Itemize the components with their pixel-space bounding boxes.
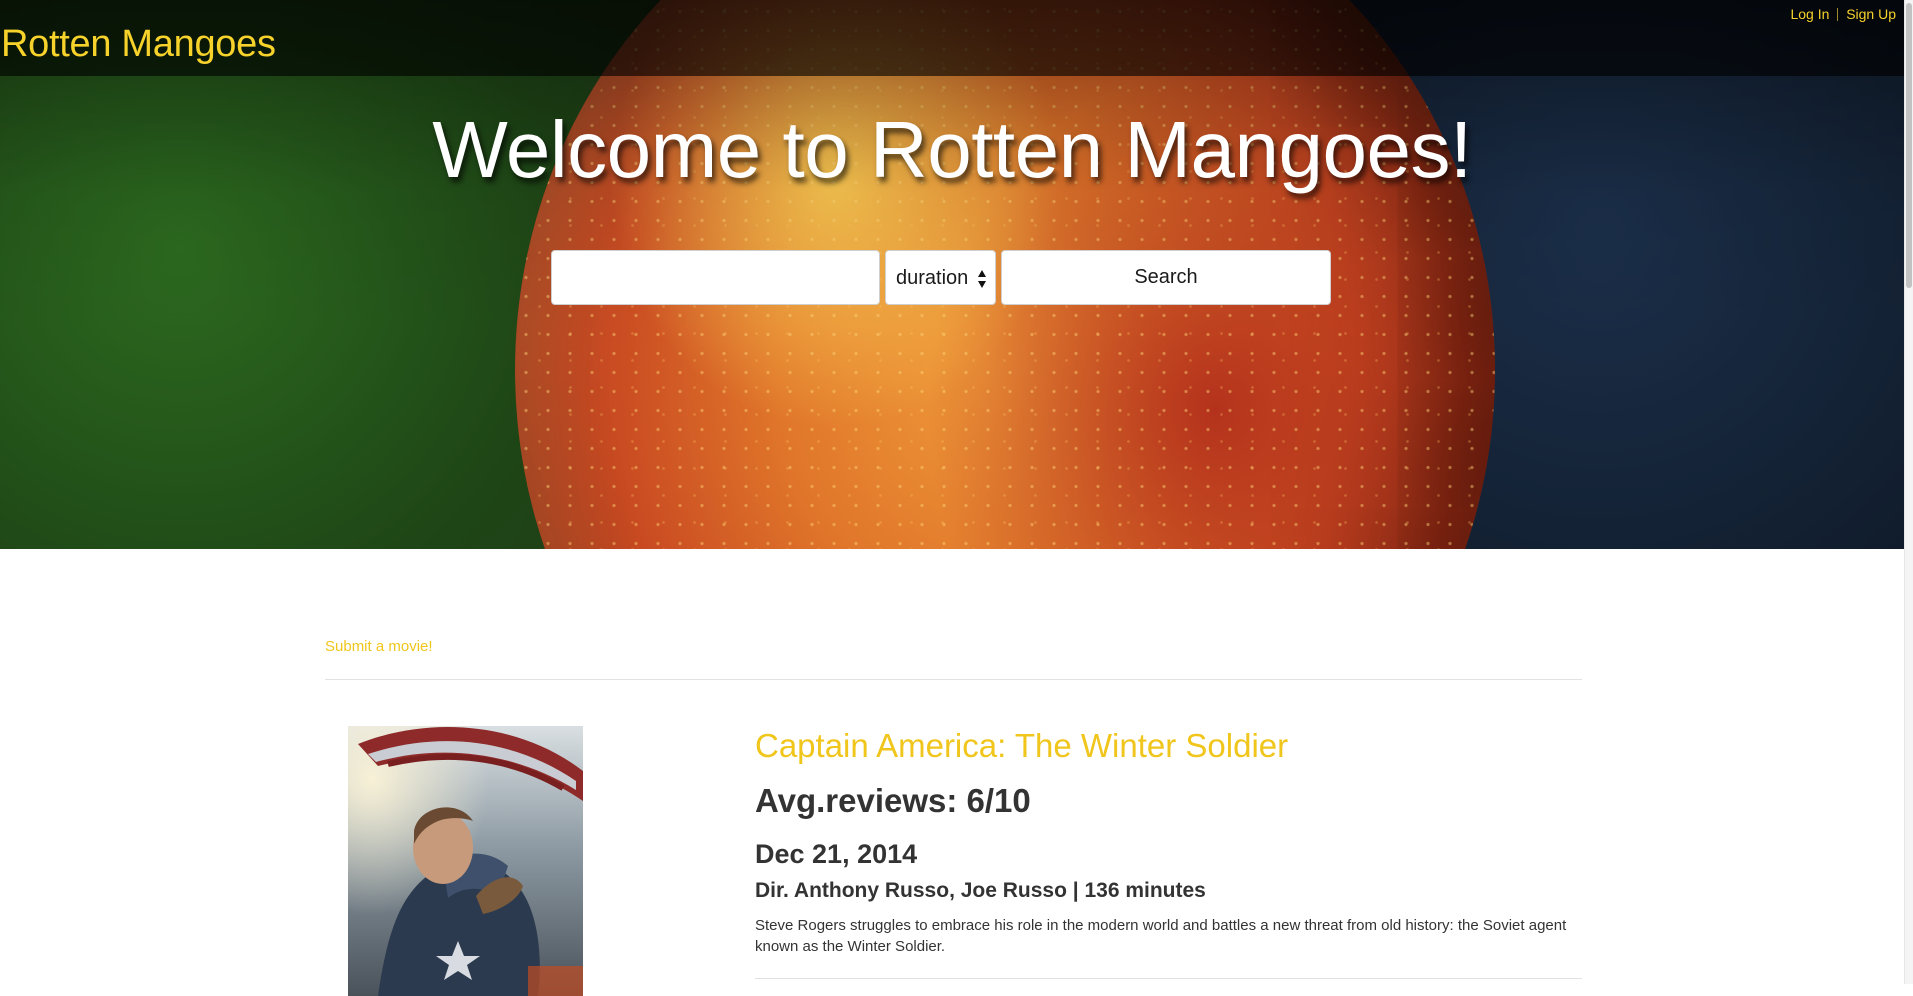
movie-divider: [755, 978, 1582, 979]
movie-director-duration: Dir. Anthony Russo, Joe Russo | 136 minu…: [755, 879, 1206, 902]
submit-movie-link[interactable]: Submit a movie!: [325, 638, 433, 656]
auth-links-separator: [1837, 8, 1839, 21]
search-form: duration Search: [551, 250, 1331, 305]
auth-links: Log In Sign Up: [1790, 6, 1896, 22]
sort-select-value: duration: [896, 267, 969, 289]
search-button[interactable]: Search: [1001, 250, 1331, 305]
navbar: Rotten Mangoes Log In Sign Up: [0, 0, 1904, 76]
movie-release-date: Dec 21, 2014: [755, 839, 918, 869]
search-input[interactable]: [551, 250, 880, 305]
signup-link[interactable]: Sign Up: [1846, 6, 1896, 22]
hero-title: Welcome to Rotten Mangoes!: [432, 105, 1472, 194]
login-link[interactable]: Log In: [1790, 6, 1829, 22]
brand-logo-link[interactable]: Rotten Mangoes: [1, 20, 276, 68]
sort-select[interactable]: duration: [885, 250, 996, 305]
updown-arrows-icon: [978, 270, 986, 288]
scrollbar-thumb[interactable]: [1906, 3, 1912, 288]
section-divider: [325, 679, 1582, 680]
movie-poster[interactable]: [348, 726, 583, 996]
movie-avg-reviews: Avg.reviews: 6/10: [755, 782, 1031, 819]
movie-title-link[interactable]: Captain America: The Winter Soldier: [755, 726, 1288, 766]
movie-description: Steve Rogers struggles to embrace his ro…: [755, 917, 1567, 955]
